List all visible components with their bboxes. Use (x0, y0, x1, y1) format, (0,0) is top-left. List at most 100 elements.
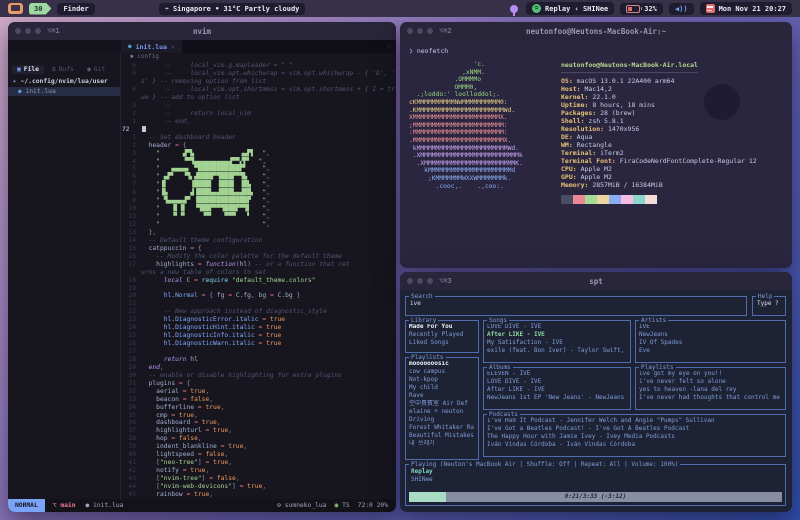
code-line: 5 -- local_vim.opt.whichwrap = vim.opt.w… (121, 70, 396, 78)
minimize-button[interactable] (417, 278, 423, 284)
list-item[interactable]: NewJeans 1st EP 'New Jeans' - NewJeans (487, 394, 627, 402)
list-item[interactable]: cow campus (409, 368, 475, 376)
help-panel[interactable]: Help Type ? (752, 296, 786, 316)
workspace-badge[interactable]: 30 (29, 3, 51, 15)
list-item[interactable]: i've never felt so alone (639, 378, 782, 386)
tab-git[interactable]: ◉Git (82, 65, 110, 74)
list-item[interactable]: Driving (409, 416, 475, 424)
window-shortcut: ⌥⌘1 (47, 27, 60, 35)
list-item[interactable]: I've Had It Podcast - Jennifer Welch and… (487, 417, 782, 425)
search-panel[interactable]: Search ive (405, 296, 747, 316)
code-line: 6 -- local_vim.g.mapleader = " " (121, 62, 396, 70)
buffer-tab[interactable]: ● init.lua ✕ (121, 40, 182, 53)
editor-pane[interactable]: ✱ config 6 -- local_vim.g.mapleader = " … (121, 53, 396, 499)
explorer-root-path[interactable]: ▸ ~/.config/nvim/lua/user (8, 78, 120, 85)
list-item[interactable]: After LIKE - IVE (487, 386, 627, 394)
volume-pill[interactable]: ◀)) (669, 3, 694, 15)
list-item[interactable]: elaine + neuton (409, 408, 475, 416)
tab-file[interactable]: ▣File (12, 65, 44, 74)
minimize-button[interactable] (25, 28, 31, 34)
traffic-lights[interactable] (407, 28, 433, 34)
list-item[interactable]: My Satisfaction - IVE (487, 339, 627, 347)
explorer-tabs: ▣File ≡Bufs ◉Git (8, 65, 120, 74)
list-item[interactable]: Beautiful Mistakes (409, 432, 475, 440)
explorer-selected-file[interactable]: ● init.lua (8, 87, 120, 96)
list-item[interactable]: Rave (409, 392, 475, 400)
list-item[interactable]: NewJeans (639, 331, 782, 339)
list-item[interactable]: ELEVEN - IVE (487, 370, 627, 378)
active-app-icon[interactable] (8, 3, 23, 14)
zoom-button[interactable] (35, 28, 41, 34)
code-line: 8 "▐▙ ▟▐███▙▄▟███▙▄▟██▖ ", (121, 189, 396, 197)
code-line: 16 -- Modify the color palette for the d… (121, 253, 396, 261)
list-item[interactable]: I've Got a Beatles Podcast! - I've Got A… (487, 425, 782, 433)
palette-swatch (609, 195, 621, 204)
list-item[interactable]: LOVE DIVE - IVE (487, 378, 627, 386)
neofetch-host: neutonfoo@Neutons-MacBook-Air.local (561, 61, 757, 69)
library-panel-label: Library (409, 317, 438, 324)
app-name-pill[interactable]: Finder (57, 3, 94, 15)
git-icon: ◉ (87, 66, 91, 73)
clock-pill[interactable]: Mon Nov 21 20:27 (700, 2, 792, 15)
playlists-right-panel: Playlists ive got my eye on you!!i've ne… (635, 367, 786, 410)
close-button[interactable] (15, 28, 21, 34)
minimize-button[interactable] (417, 28, 423, 34)
list-item[interactable]: Liked Songs (409, 339, 475, 347)
list-item[interactable]: Not-kpop (409, 376, 475, 384)
git-branch[interactable]: ⌥ main (53, 502, 76, 509)
tab-bufs[interactable]: ≡Bufs (47, 65, 79, 74)
code-line: 18 local C = require "default_theme.colo… (121, 277, 396, 285)
podcasts-panel: Podcasts I've Had It Podcast - Jennifer … (483, 414, 786, 457)
code-line: 26 hl.DiagnosticWarn.italic = true (121, 340, 396, 348)
list-item[interactable]: I've never had thoughts that control me (639, 394, 782, 402)
list-item[interactable]: LOVE DIVE - IVE (487, 323, 627, 331)
now-playing-pill[interactable]: Replay ‹ SHINee (526, 2, 614, 15)
code-line: 14 -- Default theme configuration (121, 237, 396, 245)
list-item[interactable]: Forest Whitaker Ra (409, 424, 475, 432)
close-button[interactable] (407, 278, 413, 284)
list-item[interactable]: 空中貴賓室 Air Def (409, 400, 475, 408)
list-item[interactable]: After LIKE - IVE (487, 331, 627, 339)
list-item[interactable]: exile (feat. Bon Iver) - Taylor Swift, (487, 347, 627, 355)
weather-pill[interactable]: ☂Singapore • 31°C Partly cloudy (159, 3, 306, 15)
code-line: 12 " ", (121, 221, 396, 229)
list-item[interactable]: ive got my eye on you!! (639, 370, 782, 378)
close-button[interactable] (407, 28, 413, 34)
list-item[interactable]: Recently Played (409, 331, 475, 339)
list-item[interactable]: 내 쓰레기 (409, 440, 475, 448)
tabline-menu-icon[interactable]: ○ (387, 43, 396, 50)
zoom-button[interactable] (427, 278, 433, 284)
traffic-lights[interactable] (15, 28, 41, 34)
zoom-button[interactable] (427, 28, 433, 34)
list-item[interactable]: Made For You (409, 323, 475, 331)
playlists-right-label: Playlists (639, 364, 676, 371)
list-item[interactable]: Eve (639, 347, 782, 355)
lua-file-icon: ● (18, 88, 22, 95)
list-item[interactable]: IV Of Spades (639, 339, 782, 347)
search-input[interactable]: ive (406, 297, 746, 310)
pin-icon[interactable] (510, 5, 518, 13)
list-item[interactable]: IVE (639, 323, 782, 331)
list-item[interactable]: mooooooosic (409, 360, 475, 368)
playlists-right-items: ive got my eye on you!!i've never felt s… (636, 368, 785, 404)
palette-swatch (621, 195, 633, 204)
list-item[interactable]: My child (409, 384, 475, 392)
progress-bar[interactable]: 0:21/3:33 (-3:12) (409, 492, 782, 502)
palette-swatch (585, 195, 597, 204)
list-item[interactable]: yes to heaven -lana del rey (639, 386, 782, 394)
treesitter-status: ◉ TS (334, 502, 349, 509)
wallpaper-circle (704, 84, 740, 120)
statusline-file-label: init.lua (93, 502, 123, 509)
list-item[interactable]: Iván Vindas Córdoba - Iván Vindas Córdob… (487, 441, 782, 449)
battery-pill[interactable]: 32% (620, 3, 663, 15)
tab-close-icon[interactable]: ✕ (171, 43, 175, 51)
list-item[interactable]: The Happy Hour with Jamie Ivey - Ivey Me… (487, 433, 782, 441)
code-line: 42 notify = true, (121, 467, 396, 475)
podcasts-items: I've Had It Podcast - Jennifer Welch and… (484, 415, 785, 451)
code-line: 1 -- end, (121, 118, 396, 126)
code-area[interactable]: 6 -- local_vim.g.mapleader = " "5 -- loc… (121, 62, 396, 499)
statusline-file[interactable]: ● init.lua (86, 502, 124, 509)
terminal-body[interactable]: ❯ neofetch 'c. ,xNMM. .OMMMMo OMMM0, .;l… (400, 40, 792, 268)
code-line: 24 hl.DiagnosticHint.italic = true (121, 324, 396, 332)
traffic-lights[interactable] (407, 278, 433, 284)
